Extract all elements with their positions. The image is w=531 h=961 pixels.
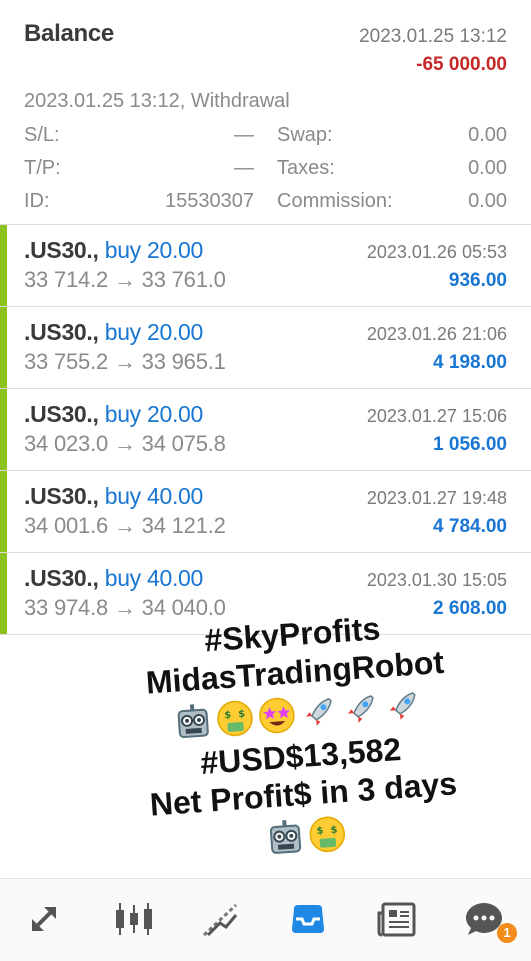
trade-time: 2023.01.26 05:53 xyxy=(366,242,507,262)
sl-value: — xyxy=(234,124,254,146)
trade-direction: buy 40.00 xyxy=(104,483,204,509)
nav-trade[interactable] xyxy=(176,879,264,961)
trade-symbol-line: .US30., buy 20.00 xyxy=(24,237,203,264)
rocket-emoji xyxy=(389,692,416,721)
rocket-emoji xyxy=(347,695,374,724)
svg-text:$: $ xyxy=(238,709,246,720)
id-label: ID: xyxy=(24,190,50,212)
trade-direction: buy 40.00 xyxy=(104,565,204,591)
trade-symbol: .US30., xyxy=(24,319,99,345)
tp-value: — xyxy=(234,157,254,179)
trade-profit: 1 056.00 xyxy=(433,434,507,455)
nav-chat[interactable]: 1 xyxy=(440,879,528,961)
commission-label: Commission: xyxy=(277,190,393,212)
tp-label: T/P: xyxy=(24,157,61,179)
taxes-label: Taxes: xyxy=(277,157,335,179)
trade-direction: buy 20.00 xyxy=(104,319,204,345)
trade-prices: 34 023.0 → 34 075.8 xyxy=(24,431,226,456)
profit-indicator-bar xyxy=(0,471,7,552)
candlestick-chart-icon xyxy=(116,903,152,935)
news-icon xyxy=(377,902,416,937)
bottom-navigation: 1 xyxy=(0,878,531,961)
balance-amount: -65 000.00 xyxy=(416,54,507,75)
balance-time: 2023.01.25 13:12 xyxy=(359,26,507,47)
chat-badge: 1 xyxy=(497,923,517,943)
id-value: 15530307 xyxy=(165,190,254,212)
trade-profit: 4 784.00 xyxy=(433,516,507,537)
trade-direction: buy 20.00 xyxy=(104,401,204,427)
trade-time: 2023.01.26 21:06 xyxy=(366,324,507,344)
inbox-tray-icon xyxy=(292,905,324,933)
sl-label: S/L: xyxy=(24,124,60,146)
money-mouth-emoji: $ $ xyxy=(309,816,346,853)
promo-overlay: #SkyProfits MidasTradingRobot $ $ #USD$13… xyxy=(91,601,508,888)
taxes-value: 0.00 xyxy=(468,157,507,179)
trade-row[interactable]: .US30., buy 20.00 33 755.2 → 33 965.1 20… xyxy=(0,307,531,389)
trade-prices: 33 974.8 → 34 040.0 xyxy=(24,595,226,620)
commission-value: 0.00 xyxy=(468,190,507,212)
trade-profit: 936.00 xyxy=(448,270,507,291)
svg-text:$: $ xyxy=(330,825,338,836)
trade-time: 2023.01.27 15:06 xyxy=(366,406,507,426)
money-mouth-emoji: $ $ xyxy=(217,700,253,737)
svg-text:$: $ xyxy=(316,826,324,837)
trade-row[interactable]: .US30., buy 20.00 34 023.0 → 34 075.8 20… xyxy=(0,389,531,471)
nav-chart[interactable] xyxy=(88,879,176,961)
swap-label: Swap: xyxy=(277,124,333,146)
trade-symbol-line: .US30., buy 20.00 xyxy=(24,319,203,346)
robot-emoji xyxy=(177,704,209,739)
swap-value: 0.00 xyxy=(468,124,507,146)
profit-indicator-bar xyxy=(0,307,7,388)
trade-time: 2023.01.30 15:05 xyxy=(366,570,507,590)
trade-symbol-line: .US30., buy 40.00 xyxy=(24,565,203,592)
trade-symbol: .US30., xyxy=(24,237,99,263)
rocket-emoji xyxy=(306,698,332,727)
trade-direction: buy 20.00 xyxy=(104,237,204,263)
profit-indicator-bar xyxy=(0,553,7,634)
trade-arrows-icon xyxy=(32,907,56,931)
nav-news[interactable] xyxy=(352,879,440,961)
nav-history[interactable] xyxy=(264,879,352,961)
trade-prices: 33 755.2 → 33 965.1 xyxy=(24,349,226,374)
balance-subtitle: 2023.01.25 13:12, Withdrawal xyxy=(24,90,290,112)
trade-symbol: .US30., xyxy=(24,565,99,591)
trade-symbol: .US30., xyxy=(24,483,99,509)
balance-title: Balance xyxy=(24,20,114,47)
trade-symbol-line: .US30., buy 40.00 xyxy=(24,483,203,510)
balance-entry[interactable]: Balance 2023.01.25 13:12 -65 000.00 2023… xyxy=(0,0,531,225)
trade-prices: 33 714.2 → 33 761.0 xyxy=(24,267,226,292)
robot-emoji xyxy=(269,820,302,854)
trade-symbol: .US30., xyxy=(24,401,99,427)
nav-quotes[interactable] xyxy=(0,879,88,961)
profit-indicator-bar xyxy=(0,225,7,306)
trade-time: 2023.01.27 19:48 xyxy=(366,488,507,508)
star-struck-emoji xyxy=(259,697,295,734)
trade-row[interactable]: .US30., buy 20.00 33 714.2 → 33 761.0 20… xyxy=(0,225,531,307)
trade-symbol-line: .US30., buy 20.00 xyxy=(24,401,203,428)
trade-prices: 34 001.6 → 34 121.2 xyxy=(24,513,226,538)
trend-line-icon xyxy=(202,903,238,937)
trade-row[interactable]: .US30., buy 40.00 34 001.6 → 34 121.2 20… xyxy=(0,471,531,553)
trade-profit: 4 198.00 xyxy=(433,352,507,373)
profit-indicator-bar xyxy=(0,389,7,470)
svg-text:$: $ xyxy=(224,710,232,721)
